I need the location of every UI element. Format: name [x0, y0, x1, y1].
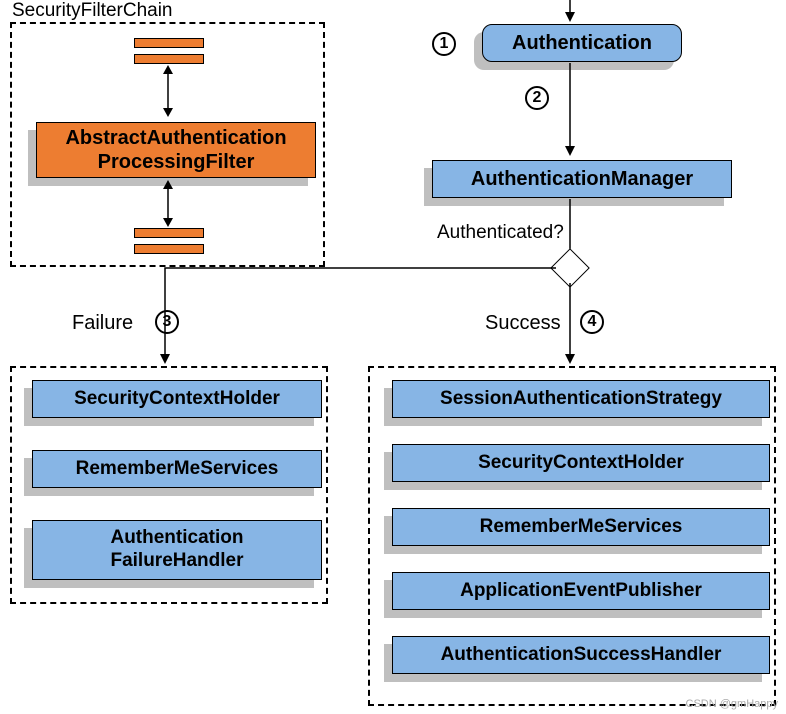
step-1-number: 1 — [432, 32, 456, 56]
success-title: Success — [485, 312, 561, 335]
success-item-5: AuthenticationSuccessHandler — [392, 636, 770, 674]
failure-item-1: SecurityContextHolder — [32, 380, 322, 418]
filter-bar-top-1 — [134, 38, 204, 48]
failure-item-2: RememberMeServices — [32, 450, 322, 488]
authmgr-box: AuthenticationManager — [432, 160, 732, 198]
watermark: CSDN @gmHappy — [686, 698, 778, 710]
filter-bar-top-2 — [134, 54, 204, 64]
line-to-diamond — [562, 199, 582, 254]
authentication-box: Authentication — [482, 24, 682, 62]
step-3-number: 3 — [155, 310, 179, 334]
decision-diamond — [550, 248, 590, 288]
step-4-number: 4 — [580, 310, 604, 334]
step-2-number: 2 — [525, 86, 549, 110]
arrow-to-authmgr — [562, 63, 582, 158]
arrow-into-auth — [562, 0, 582, 25]
main-filter-box: AbstractAuthentication ProcessingFilter — [36, 122, 316, 178]
filter-chain-title: SecurityFilterChain — [12, 0, 173, 22]
failure-title: Failure — [72, 312, 133, 335]
success-item-1: SessionAuthenticationStrategy — [392, 380, 770, 418]
arrow-top-filter — [160, 65, 180, 125]
success-item-4: ApplicationEventPublisher — [392, 572, 770, 610]
filter-bar-bottom-2 — [134, 244, 204, 254]
failure-item-3: Authentication FailureHandler — [32, 520, 322, 580]
success-item-2: SecurityContextHolder — [392, 444, 770, 482]
arrow-bottom-filter — [160, 180, 180, 235]
decision-label: Authenticated? — [437, 222, 564, 244]
success-item-3: RememberMeServices — [392, 508, 770, 546]
filter-bar-bottom-1 — [134, 228, 204, 238]
